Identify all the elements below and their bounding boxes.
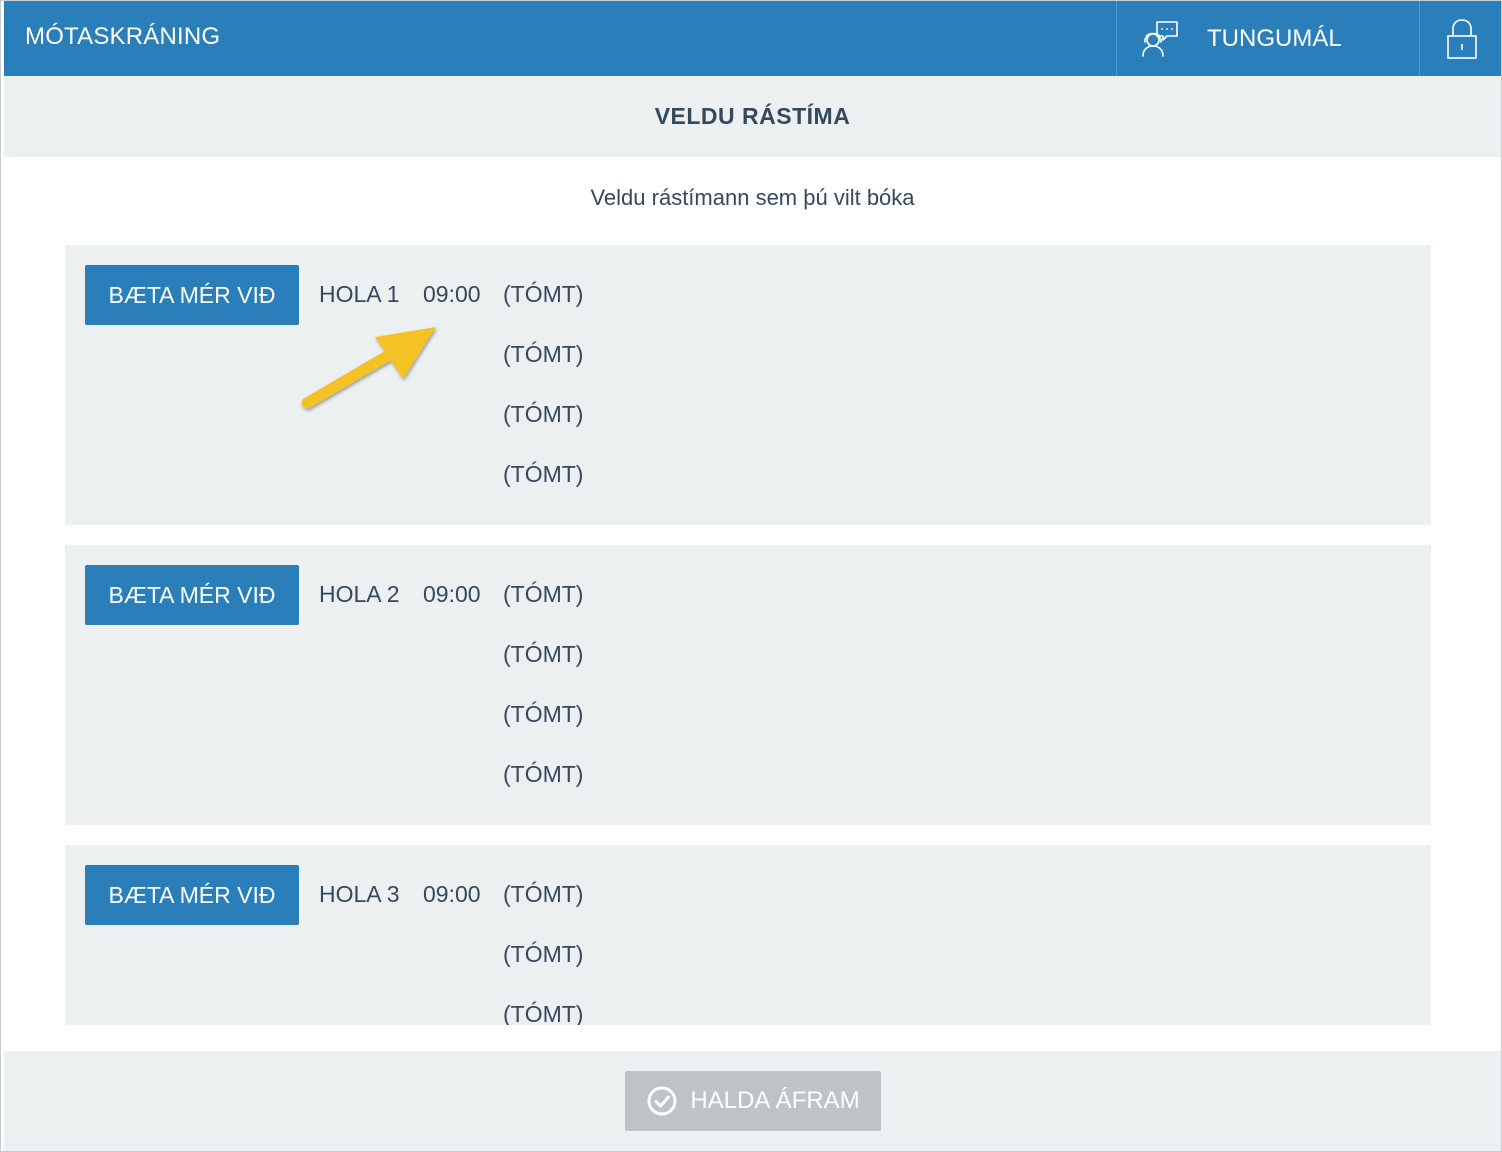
lock-button[interactable] xyxy=(1422,1,1501,76)
player-slot: (TÓMT) xyxy=(503,581,584,607)
player-slot: (TÓMT) xyxy=(503,341,584,367)
tee-time-list[interactable]: BÆTA MÉR VIÐ HOLA 1 09:00 (TÓMT) (TÓMT) … xyxy=(65,245,1431,1025)
lock-icon xyxy=(1446,18,1477,59)
tee-time-group: BÆTA MÉR VIÐ HOLA 3 09:00 (TÓMT) (TÓMT) … xyxy=(65,845,1431,1025)
topbar-divider xyxy=(1116,1,1117,76)
player-slot: (TÓMT) xyxy=(503,881,584,907)
tee-time: 09:00 xyxy=(423,881,481,907)
footer-bar: HALDA ÁFRAM xyxy=(4,1051,1501,1151)
language-selector[interactable]: TUNGUMÁL xyxy=(1119,1,1421,76)
hole-label: HOLA 3 xyxy=(319,881,400,907)
language-chat-icon xyxy=(1142,20,1178,57)
player-slot: (TÓMT) xyxy=(503,461,584,487)
top-bar: MÓTASKRÁNING TUNGUMÁL xyxy=(4,1,1501,76)
check-circle-icon xyxy=(647,1086,677,1116)
hole-label: HOLA 1 xyxy=(319,281,400,307)
hole-label: HOLA 2 xyxy=(319,581,400,607)
player-slot: (TÓMT) xyxy=(503,701,584,727)
player-slot: (TÓMT) xyxy=(503,761,584,787)
page-title: VELDU RÁSTÍMA xyxy=(654,103,851,129)
tee-time-group: BÆTA MÉR VIÐ HOLA 2 09:00 (TÓMT) (TÓMT) … xyxy=(65,545,1431,825)
tee-time: 09:00 xyxy=(423,581,481,607)
player-slot: (TÓMT) xyxy=(503,401,584,427)
tee-time: 09:00 xyxy=(423,281,481,307)
topbar-divider xyxy=(1419,1,1420,76)
add-me-button[interactable]: BÆTA MÉR VIÐ xyxy=(85,265,299,325)
player-slot: (TÓMT) xyxy=(503,1001,584,1025)
tee-time-group: BÆTA MÉR VIÐ HOLA 1 09:00 (TÓMT) (TÓMT) … xyxy=(65,245,1431,525)
continue-label: HALDA ÁFRAM xyxy=(690,1087,860,1114)
player-slot: (TÓMT) xyxy=(503,941,584,967)
instruction-text: Veldu rástímann sem þú vilt bóka xyxy=(590,185,915,210)
brand-title: MÓTASKRÁNING xyxy=(25,23,221,50)
app-frame: MÓTASKRÁNING TUNGUMÁL VELDU RÁSTÍMA Veld… xyxy=(0,0,1502,1152)
add-me-button[interactable]: BÆTA MÉR VIÐ xyxy=(85,565,299,625)
continue-button[interactable]: HALDA ÁFRAM xyxy=(625,1071,881,1131)
player-slot: (TÓMT) xyxy=(503,281,584,307)
player-slot: (TÓMT) xyxy=(503,641,584,667)
language-label: TUNGUMÁL xyxy=(1207,24,1342,52)
step-header: VELDU RÁSTÍMA xyxy=(4,76,1501,157)
add-me-button[interactable]: BÆTA MÉR VIÐ xyxy=(85,865,299,925)
